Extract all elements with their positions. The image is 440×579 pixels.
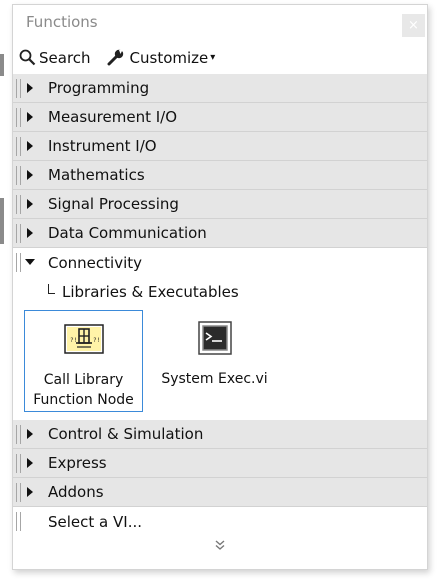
chevron-right-icon (23, 427, 37, 441)
window-edge-marker (0, 198, 4, 244)
category-row-addons[interactable]: Addons (13, 478, 427, 507)
drag-grip-icon (16, 483, 21, 502)
chevron-down-icon: ▾ (210, 52, 216, 63)
subpalette-path[interactable]: Libraries & Executables (13, 277, 427, 306)
category-row-signal-processing[interactable]: Signal Processing (13, 190, 427, 219)
category-label: Data Communication (48, 224, 207, 242)
category-label: Signal Processing (48, 195, 179, 213)
chevron-right-icon (23, 168, 37, 182)
svg-text:?!: ?! (70, 337, 77, 344)
category-label: Connectivity (48, 253, 142, 272)
chevron-right-icon (23, 456, 37, 470)
drag-grip-icon (16, 425, 21, 444)
category-label: Control & Simulation (48, 425, 204, 443)
drag-grip-icon (16, 512, 21, 531)
window-edge-marker (0, 54, 4, 76)
palette-item-system-exec[interactable]: System Exec.vi (155, 310, 274, 412)
drag-grip-icon (16, 166, 21, 185)
search-icon (19, 49, 36, 66)
close-icon: × (408, 18, 419, 33)
palette-item-label: Call Library Function Node (33, 372, 134, 408)
double-chevron-down-icon (215, 540, 225, 550)
chevron-right-icon (23, 485, 37, 499)
category-list: Programming Measurement I/O Instrument I… (13, 74, 427, 536)
close-button[interactable]: × (402, 14, 425, 37)
category-row-connectivity[interactable]: Connectivity (13, 248, 427, 277)
drag-grip-icon (16, 195, 21, 214)
category-row-mathematics[interactable]: Mathematics (13, 161, 427, 190)
chevron-right-icon (23, 197, 37, 211)
wrench-icon (107, 49, 123, 66)
palette-toolbar: Search Customize ▾ (13, 41, 427, 74)
category-label: Mathematics (48, 166, 145, 184)
palette-item-label: System Exec.vi (161, 371, 268, 387)
tree-elbow-icon (48, 283, 55, 294)
chevron-down-icon (23, 255, 37, 269)
drag-grip-icon (16, 108, 21, 127)
category-label: Measurement I/O (48, 108, 178, 126)
category-row-express[interactable]: Express (13, 449, 427, 478)
category-row-data-communication[interactable]: Data Communication (13, 219, 427, 248)
drag-grip-icon (16, 253, 21, 272)
chevron-right-icon (23, 226, 37, 240)
drag-grip-icon (16, 79, 21, 98)
category-label: Addons (48, 483, 104, 501)
palette-item-call-library-function-node[interactable]: ?! ?! Call Library Function Node (24, 310, 143, 412)
drag-grip-icon (16, 137, 21, 156)
search-label: Search (39, 48, 91, 67)
category-row-measurement-io[interactable]: Measurement I/O (13, 103, 427, 132)
category-row-control-simulation[interactable]: Control & Simulation (13, 420, 427, 449)
call-library-function-node-icon: ?! ?! (63, 324, 104, 354)
drag-grip-icon (16, 454, 21, 473)
chevron-right-icon (23, 81, 37, 95)
category-label: Instrument I/O (48, 137, 157, 155)
functions-palette: Functions × Search Customize ▾ Programmi… (12, 4, 428, 570)
search-button[interactable]: Search (19, 49, 91, 67)
category-label: Programming (48, 79, 150, 97)
category-row-instrument-io[interactable]: Instrument I/O (13, 132, 427, 161)
show-more-button[interactable] (13, 536, 427, 562)
customize-label: Customize (129, 48, 209, 67)
palette-titlebar[interactable]: Functions × (13, 5, 427, 41)
customize-button[interactable]: Customize ▾ (107, 48, 216, 67)
chevron-right-icon (23, 110, 37, 124)
category-row-programming[interactable]: Programming (13, 74, 427, 103)
chevron-right-icon (23, 139, 37, 153)
select-a-vi-item[interactable]: Select a VI... (13, 507, 427, 536)
category-label: Express (48, 454, 107, 472)
system-exec-icon (197, 321, 232, 355)
palette-items: ?! ?! Call Library Function Node System … (13, 306, 427, 420)
subpalette-label: Libraries & Executables (62, 282, 239, 301)
palette-title: Functions (26, 13, 98, 31)
drag-grip-icon (16, 224, 21, 243)
svg-text:?!: ?! (93, 337, 100, 344)
select-a-vi-label: Select a VI... (48, 512, 142, 531)
